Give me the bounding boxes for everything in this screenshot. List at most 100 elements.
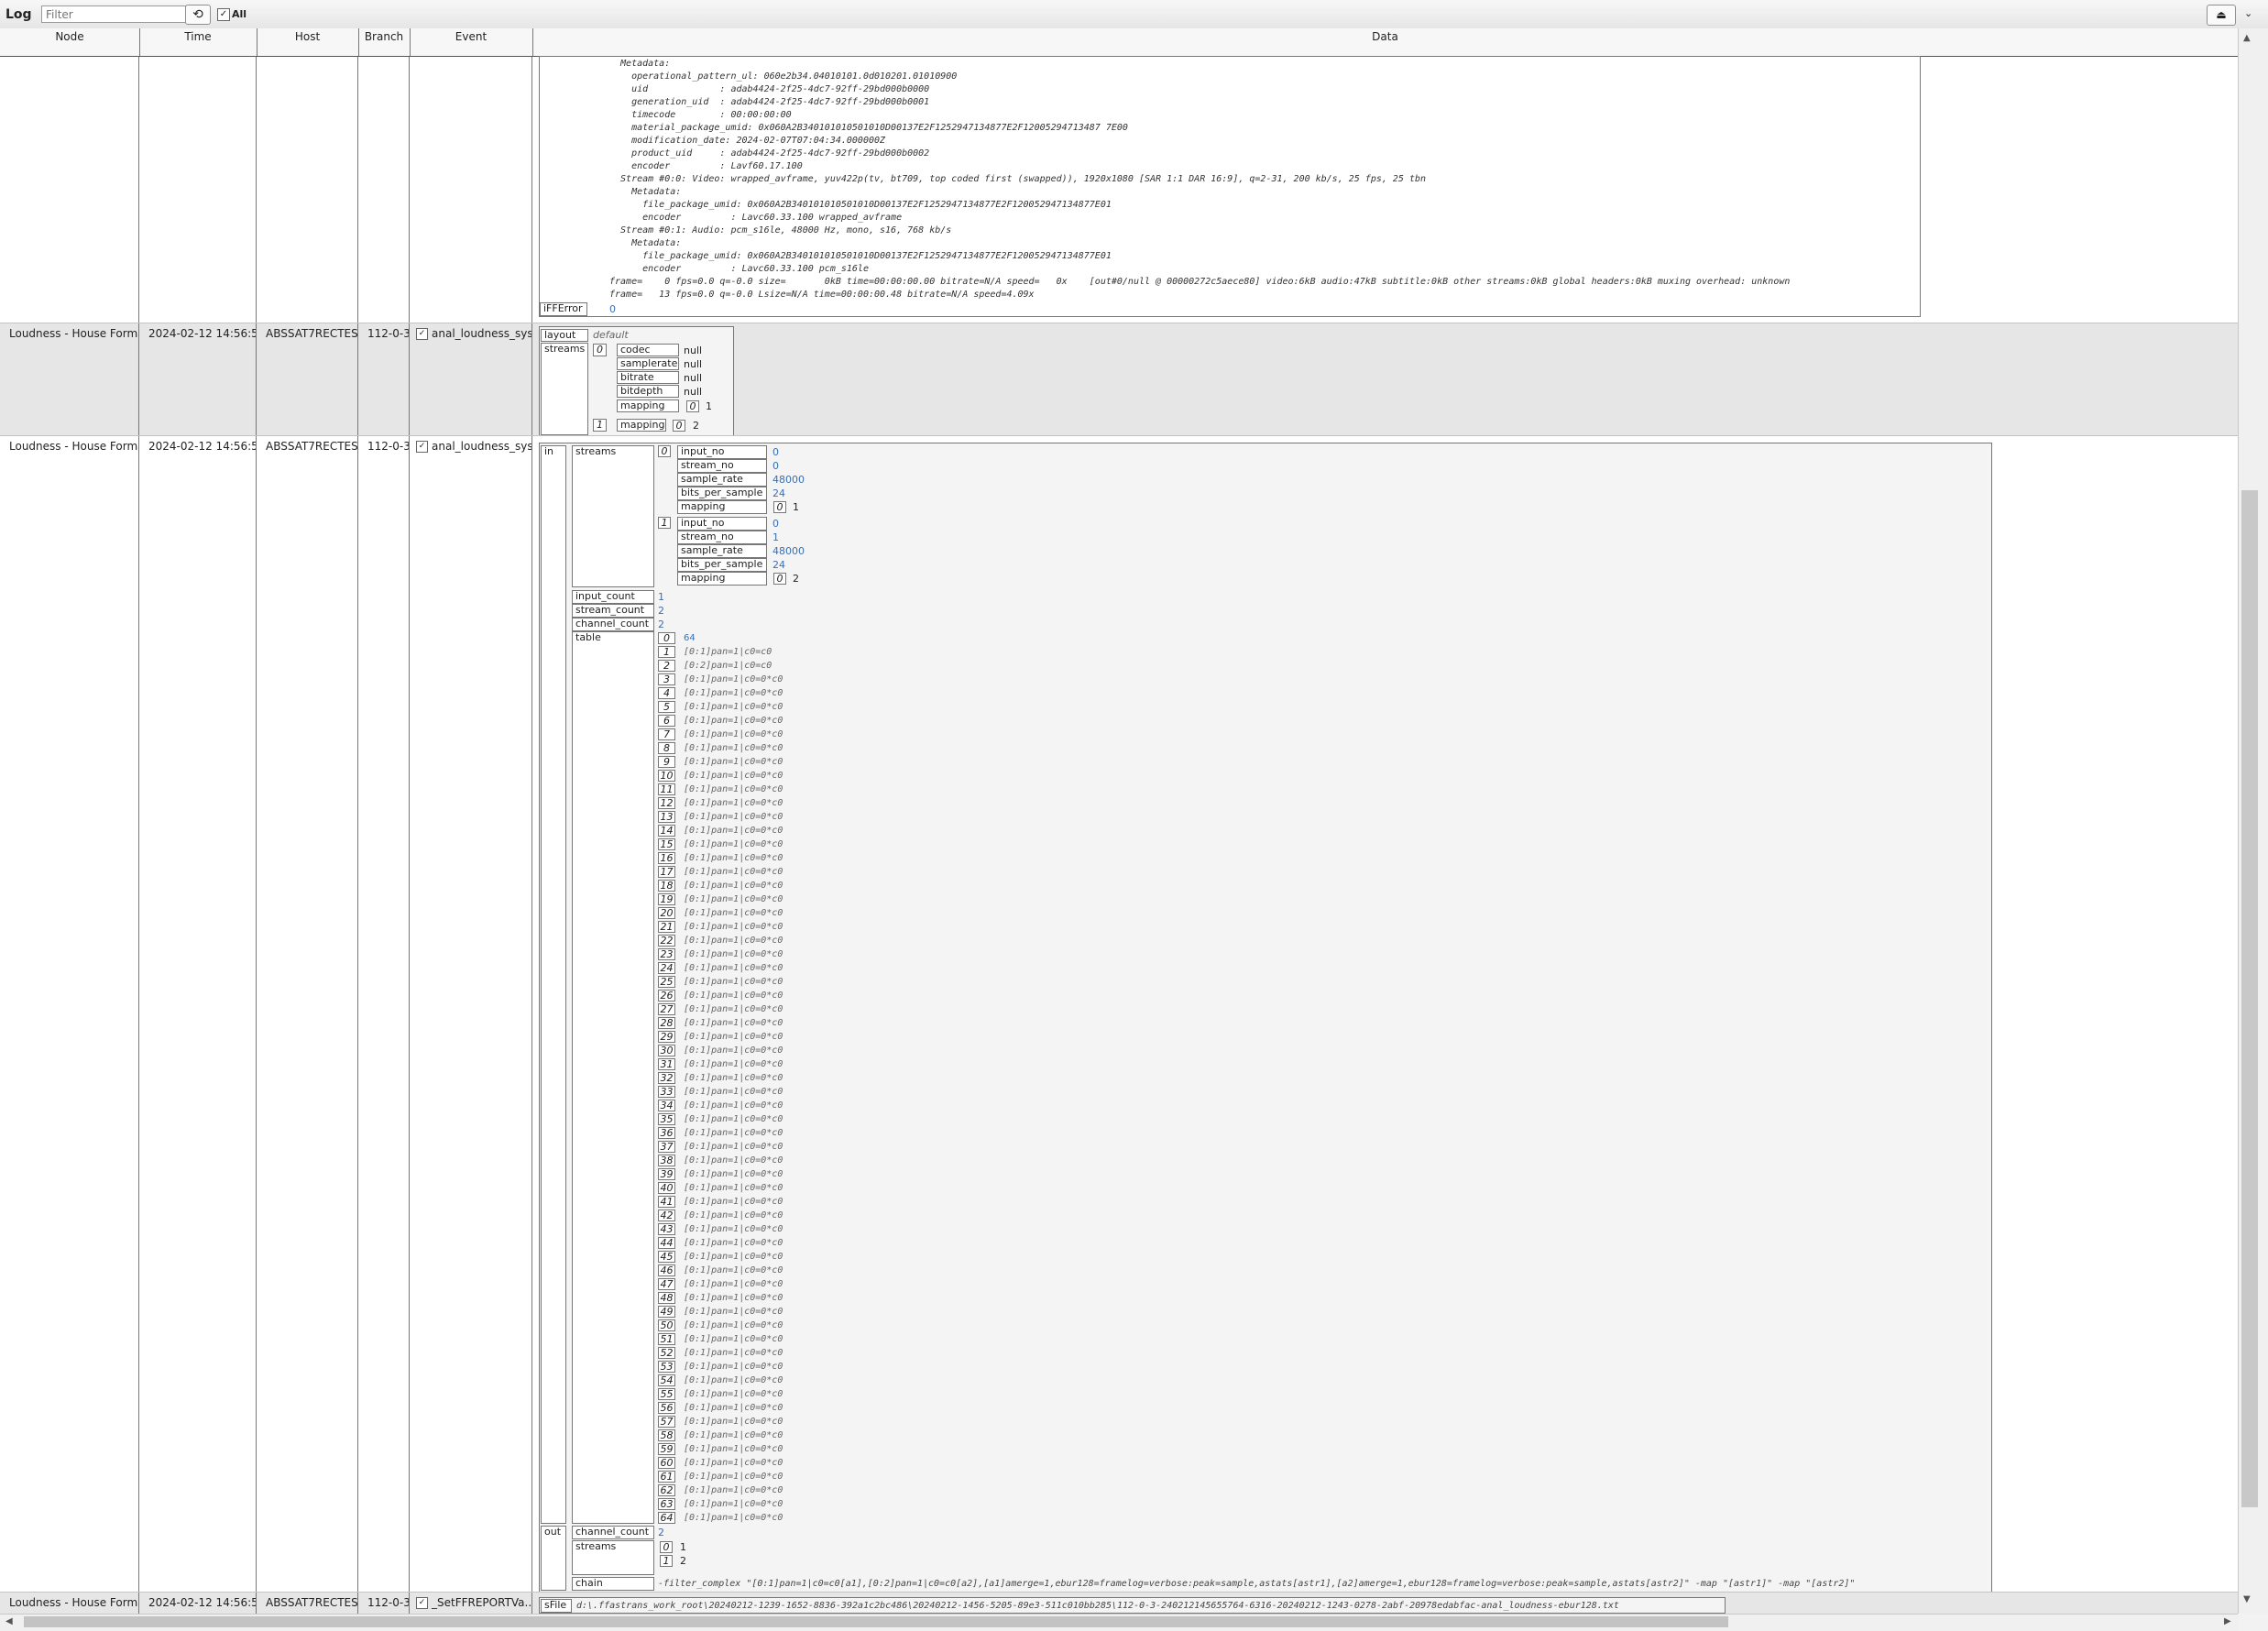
table-value: [0:1]pan=1|c0=c0	[684, 647, 772, 657]
table-index: 20	[658, 907, 675, 919]
table-index: 32	[658, 1072, 675, 1084]
table-value: [0:1]pan=1|c0=0*c0	[684, 1485, 783, 1495]
all-checkbox[interactable]: ✓	[217, 8, 230, 21]
table-value: [0:1]pan=1|c0=0*c0	[684, 688, 783, 698]
host-cell: ABSSAT7RECTEST	[257, 1593, 358, 1615]
table-index: 47	[658, 1278, 675, 1290]
table-index: 13	[658, 811, 675, 823]
eject-button[interactable]: ⏏	[2207, 5, 2236, 26]
table-value: [0:1]pan=1|c0=0*c0	[684, 936, 783, 946]
scroll-left-icon[interactable]: ◀	[5, 1616, 13, 1626]
table-value: [0:1]pan=1|c0=0*c0	[684, 1458, 783, 1468]
iff-error-value: 0	[609, 303, 616, 315]
data-box: sFile d:\.ffastrans_work_root\20240212-1…	[539, 1597, 1726, 1614]
table-index: 27	[658, 1003, 675, 1015]
mapping-index: 0	[673, 420, 685, 432]
field-key: input_no	[677, 445, 767, 459]
log-line: Metadata:	[609, 238, 682, 248]
filter-input[interactable]	[41, 5, 186, 23]
field-value: null	[684, 372, 703, 384]
log-line: uid : adab4424-2f25-4dc7-92ff-29bd000b00…	[609, 84, 930, 94]
event-checkbox[interactable]: ✓	[416, 441, 428, 453]
table-value: [0:1]pan=1|c0=0*c0	[684, 867, 783, 877]
table-index: 21	[658, 921, 675, 933]
stream-index: 1	[658, 517, 671, 529]
refresh-button[interactable]: ⟲	[185, 5, 211, 25]
table-index: 1	[658, 646, 675, 658]
menu-chevron-icon[interactable]: ⌄	[2244, 7, 2252, 19]
horizontal-scroll-thumb[interactable]	[24, 1616, 1728, 1627]
mapping-index: 0	[773, 501, 786, 513]
in-key: in	[541, 445, 566, 1524]
mapping-key: mapping	[617, 400, 679, 412]
column-data[interactable]: Data	[532, 28, 2238, 56]
field-value: null	[684, 345, 703, 356]
table-index: 49	[658, 1306, 675, 1318]
column-node[interactable]: Node	[0, 28, 140, 56]
column-host[interactable]: Host	[257, 28, 359, 56]
input-count-key: input_count	[572, 590, 654, 604]
vertical-scroll-thumb[interactable]	[2241, 490, 2258, 1507]
mapping-index: 0	[686, 400, 699, 412]
log-line: modification_date: 2024-02-07T07:04:34.0…	[609, 136, 886, 146]
column-time[interactable]: Time	[139, 28, 257, 56]
all-label: All	[232, 8, 247, 20]
table-index: 6	[658, 715, 675, 727]
table-index: 64	[658, 1512, 675, 1524]
table-index: 54	[658, 1374, 675, 1386]
table-index: 31	[658, 1058, 675, 1070]
scroll-up-icon[interactable]: ▲	[2243, 33, 2251, 43]
table-value: [0:1]pan=1|c0=0*c0	[684, 1169, 783, 1179]
table-value: [0:1]pan=1|c0=0*c0	[684, 1417, 783, 1427]
table-key: table	[572, 631, 654, 1524]
field-value: null	[684, 358, 703, 370]
table-index: 29	[658, 1031, 675, 1043]
sfile-key: sFile	[541, 1599, 572, 1613]
table-value: [0:1]pan=1|c0=0*c0	[684, 1018, 783, 1028]
branch-cell: 112-0-3	[358, 436, 410, 1593]
field-value: 0	[772, 518, 779, 530]
table-row[interactable]: Loudness - House Format 2024-02-12 14:56…	[0, 435, 2238, 1593]
mapping-value: 2	[793, 573, 799, 585]
table-index: 17	[658, 866, 675, 878]
table-value: [0:1]pan=1|c0=0*c0	[684, 1045, 783, 1056]
stream-index: 1	[593, 419, 607, 432]
table-value: [0:1]pan=1|c0=0*c0	[684, 757, 783, 767]
table-value: [0:1]pan=1|c0=0*c0	[684, 1293, 783, 1303]
log-line: Stream #0:0: Video: wrapped_avframe, yuv…	[609, 174, 1427, 184]
log-line: operational_pattern_ul: 060e2b34.0401010…	[609, 71, 958, 82]
field-value: 48000	[772, 474, 805, 486]
table-index: 34	[658, 1100, 675, 1111]
table-index: 14	[658, 825, 675, 837]
mapping-index: 0	[773, 573, 786, 585]
table-index: 18	[658, 880, 675, 892]
table-row[interactable]: Loudness - House Format 2024-02-12 14:56…	[0, 323, 2238, 436]
table-value: [0:1]pan=1|c0=0*c0	[684, 1444, 783, 1454]
data-box: layout default streams 0 codec null sample…	[539, 326, 734, 436]
field-value: 1	[772, 531, 779, 543]
column-branch[interactable]: Branch	[358, 28, 411, 56]
table-value: [0:1]pan=1|c0=0*c0	[684, 1004, 783, 1014]
event-label: _SetFFREPORTVa...	[432, 1596, 532, 1609]
table-index: 15	[658, 838, 675, 850]
stream-index: 0	[658, 445, 671, 457]
scroll-right-icon[interactable]: ▶	[2224, 1616, 2231, 1626]
ffmpeg-log-box: Metadata: operational_pattern_ul: 060e2b…	[539, 56, 1921, 317]
scroll-down-icon[interactable]: ▼	[2243, 1594, 2251, 1604]
event-checkbox[interactable]: ✓	[416, 328, 428, 340]
table-index: 28	[658, 1017, 675, 1029]
table-value: [0:1]pan=1|c0=0*c0	[684, 1348, 783, 1358]
refresh-icon: ⟲	[192, 7, 203, 22]
mapping-value: 2	[693, 420, 699, 432]
field-key: bits_per_sample	[677, 487, 767, 500]
table-row[interactable]: Metadata: operational_pattern_ul: 060e2b…	[0, 56, 2238, 323]
table-value: [0:1]pan=1|c0=0*c0	[684, 963, 783, 973]
table-index: 16	[658, 852, 675, 864]
table-index: 56	[658, 1402, 675, 1414]
column-event[interactable]: Event	[410, 28, 533, 56]
event-label: anal_loudness_sys	[432, 440, 532, 453]
event-checkbox[interactable]: ✓	[416, 1597, 428, 1609]
out-stream-index: 0	[660, 1541, 673, 1553]
table-row[interactable]: Loudness - House Format 2024-02-12 14:56…	[0, 1592, 2238, 1615]
log-line: Metadata:	[609, 59, 671, 69]
